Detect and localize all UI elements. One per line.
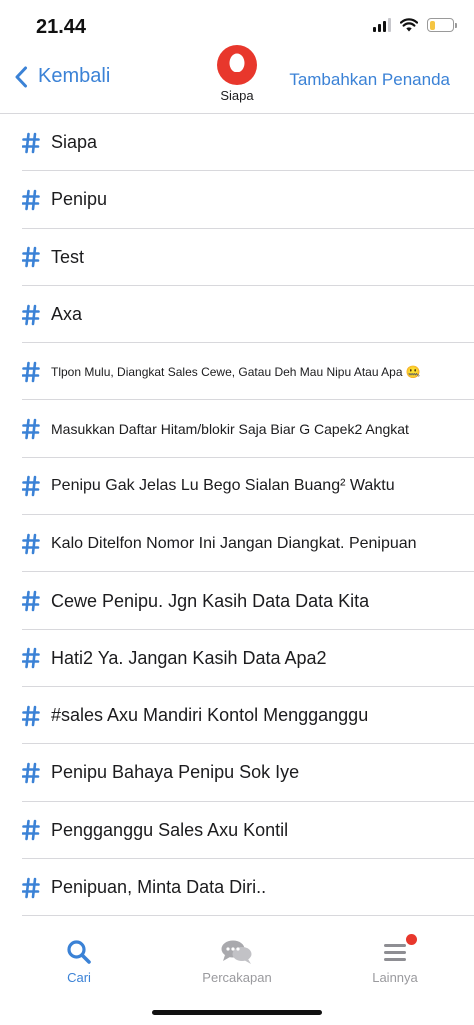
tab-more[interactable]: Lainnya: [335, 934, 455, 985]
hashtag-icon: [22, 476, 40, 497]
tag-label: Masukkan Daftar Hitam/blokir Saja Biar G…: [51, 421, 409, 438]
tag-label: Test: [51, 246, 85, 267]
tag-label: Axa: [51, 304, 83, 325]
tab-bar: Cari Percakapan Lainnya: [0, 918, 474, 1025]
hashtag-icon: [22, 361, 40, 383]
tag-row[interactable]: #sales Axu Mandiri Kontol Mengganggu: [0, 687, 474, 745]
tab-search-label: Cari: [67, 970, 91, 985]
hashtag-icon: [22, 533, 40, 555]
wifi-icon: [400, 18, 418, 32]
hashtag-icon: [22, 132, 40, 153]
tab-conversations-label: Percakapan: [202, 970, 272, 985]
avatar: [217, 45, 257, 85]
tab-more-label: Lainnya: [372, 970, 418, 985]
hashtag-icon: [22, 418, 40, 440]
home-indicator: [152, 1010, 322, 1015]
tag-row[interactable]: Pengganggu Sales Axu Kontil: [0, 802, 474, 860]
hashtag-icon: [22, 877, 40, 898]
menu-icon: [381, 934, 417, 966]
hashtag-icon: [22, 819, 40, 841]
back-button[interactable]: Kembali: [14, 65, 110, 88]
contact-header[interactable]: Siapa: [217, 45, 257, 103]
battery-fill: [429, 20, 435, 30]
tag-label: Tlpon Mulu, Diangkat Sales Cewe, Gatau D…: [51, 364, 421, 379]
hashtag-icon: [22, 304, 40, 325]
tag-row[interactable]: Cewe Penipu. Jgn Kasih Data Data Kita: [0, 572, 474, 630]
tag-label: Siapa: [51, 132, 98, 153]
tag-row[interactable]: Penipu: [0, 171, 474, 229]
chevron-left-icon: [15, 66, 27, 87]
hashtag-icon: [22, 705, 40, 726]
tag-label: Cewe Penipu. Jgn Kasih Data Data Kita: [51, 590, 370, 611]
tab-conversations[interactable]: Percakapan: [177, 938, 297, 985]
battery-icon: [427, 18, 457, 32]
tag-row[interactable]: Siapa: [0, 114, 474, 172]
add-tag-button[interactable]: Tambahkan Penanda: [289, 70, 450, 90]
back-label: Kembali: [38, 65, 111, 87]
hashtag-icon: [22, 189, 40, 211]
hashtag-icon: [22, 762, 40, 784]
tag-label: Hati2 Ya. Jangan Kasih Data Apa2: [51, 647, 327, 668]
status-icons: [373, 18, 457, 32]
chat-bubbles-icon: [221, 940, 252, 964]
status-bar: 21.44: [0, 0, 474, 50]
tag-label: #sales Axu Mandiri Kontol Mengganggu: [51, 705, 369, 726]
tag-row[interactable]: Penipu Bahaya Penipu Sok Iye: [0, 744, 474, 802]
nav-bar: Kembali Siapa Tambahkan Penanda: [0, 45, 474, 114]
status-time: 21.44: [36, 16, 87, 38]
hashtag-icon: [22, 246, 40, 268]
tag-label: Pengganggu Sales Axu Kontil: [51, 819, 289, 840]
hashtag-icon: [22, 590, 40, 612]
tag-label: Kalo Ditelfon Nomor Ini Jangan Diangkat.…: [51, 534, 417, 552]
tag-row[interactable]: Axa: [0, 286, 474, 344]
signal-icon: [373, 18, 391, 32]
tab-search[interactable]: Cari: [19, 938, 139, 985]
tag-row[interactable]: Penipu Gak Jelas Lu Bego Sialan Buang² W…: [0, 458, 474, 516]
user-silhouette-icon: [228, 53, 246, 77]
tag-row[interactable]: Penipuan, Minta Data Diri..: [0, 859, 474, 917]
page-title: Siapa: [220, 88, 254, 103]
notification-badge: [406, 934, 417, 945]
tag-list: Siapa Penipu Test Axa Tlpon Mulu, Diangkat S…: [0, 114, 474, 917]
tag-row[interactable]: Kalo Ditelfon Nomor Ini Jangan Diangkat.…: [0, 515, 474, 573]
hashtag-icon: [22, 648, 40, 669]
search-icon: [67, 940, 91, 964]
tag-label: Penipu Gak Jelas Lu Bego Sialan Buang² W…: [51, 477, 395, 495]
tag-label: Penipu Bahaya Penipu Sok Iye: [51, 762, 300, 783]
tag-label: Penipu: [51, 189, 108, 210]
tag-row[interactable]: Test: [0, 229, 474, 287]
tag-row[interactable]: Masukkan Daftar Hitam/blokir Saja Biar G…: [0, 400, 474, 459]
tag-row[interactable]: Hati2 Ya. Jangan Kasih Data Apa2: [0, 630, 474, 688]
tag-row[interactable]: Tlpon Mulu, Diangkat Sales Cewe, Gatau D…: [0, 343, 474, 401]
tag-label: Penipuan, Minta Data Diri..: [51, 877, 267, 897]
